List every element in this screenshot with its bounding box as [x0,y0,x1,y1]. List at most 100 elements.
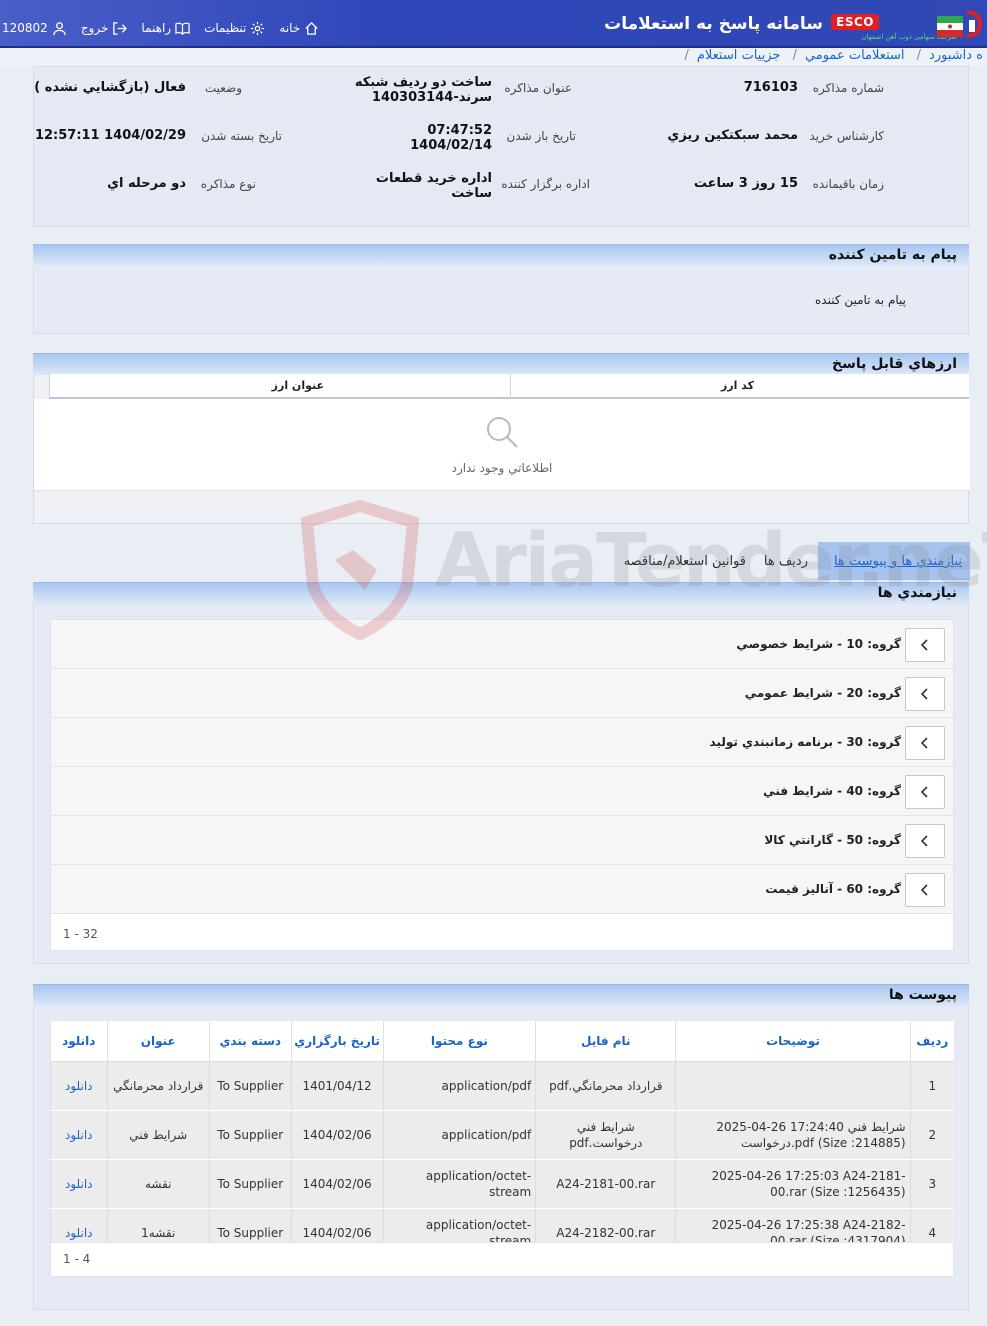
col-file-name[interactable]: نام فايل [535,1021,676,1062]
search-icon [487,417,518,448]
chevron-left-icon [920,688,928,700]
section-header: پيام به تامين کننده [33,244,969,266]
status-value: فعال (بازگشايي نشده ) [34,80,186,95]
group-row[interactable]: گروه: 30 - برنامه زمانبندي توليد [51,718,953,767]
chevron-left-icon [920,737,928,749]
section-header: نيازمندي ها [33,582,969,604]
section-title: پيوست ها [888,987,957,1003]
col-title[interactable]: عنوان [106,1021,210,1062]
tab-rules[interactable]: قوانين استعلام/مناقصه [624,554,746,569]
settings-label: تنظيمات [204,21,247,35]
group-row[interactable]: گروه: 50 - گارانتي کالا [51,816,953,865]
col-description[interactable]: توضيحات [675,1021,911,1062]
group-label: گروه: 60 - آناليز قيمت [765,882,901,896]
top-nav: 120802 خروج راهنما تنظيمات خانه [0,16,319,40]
remaining-time-label: زمان باقيمانده [812,177,884,191]
column-divider [510,374,511,399]
cell-category: To Supplier [208,1061,292,1111]
currencies-panel: ارزهاي قابل پاسخ کد ارز عنوان ارز اطلاعا… [33,353,970,524]
expand-button[interactable] [905,873,945,907]
section-title: پيام به تامين کننده [828,247,957,263]
download-link[interactable]: دانلود [50,1110,108,1160]
group-row[interactable]: گروه: 40 - شرايط فني [51,767,953,816]
company-logo [937,10,983,38]
cell-description: 2025-04-26 17:24:40 شرايط فني درخواست.pd… [675,1110,911,1160]
cell-upload-date: 1404/02/06 [290,1110,384,1160]
cell-row: 3 [909,1159,954,1209]
requirements-panel: نيازمندي ها گروه: 10 - شرايط خصوصي گروه:… [33,582,969,964]
empty-state: اطلاعاتي وجود ندارد [34,399,970,491]
help-label: راهنما [141,21,172,35]
col-content-type[interactable]: نوع محتوا [382,1021,536,1062]
download-link[interactable]: دانلود [50,1159,108,1209]
cell-file-name: شرايط فني درخواست.pdf [535,1110,676,1160]
user-menu[interactable]: 120802 [2,21,67,36]
download-link[interactable]: دانلود [50,1061,108,1111]
logout-link[interactable]: خروج [81,21,128,36]
col-row[interactable]: رديف [909,1021,954,1062]
requirements-pager: 1 - 32 [63,927,98,941]
chevron-left-icon [920,639,928,651]
currencies-table-header: کد ارز عنوان ارز [49,374,969,399]
logout-label: خروج [80,21,109,35]
open-time: 07:47:52 [427,123,492,138]
expand-button[interactable] [905,726,945,760]
empty-message: اطلاعاتي وجود ندارد [451,461,553,475]
user-icon [53,21,66,35]
open-date: 1404/02/14 [410,138,492,153]
buyer-label: کارشناس خريد [809,129,884,143]
expand-button[interactable] [905,775,945,809]
group-label: گروه: 40 - شرايط فني [763,784,901,798]
group-label: گروه: 30 - برنامه زمانبندي توليد [709,735,902,749]
group-row[interactable]: گروه: 60 - آناليز قيمت [51,865,953,914]
breadcrumb-public-inquiries[interactable]: استعلامات عمومي [805,48,905,63]
col-upload-date[interactable]: تاريخ بارگزاري [290,1021,384,1062]
logout-icon [113,21,128,35]
col-category[interactable]: دسته بندي [208,1021,292,1062]
section-header: پيوست ها [33,984,969,1006]
table-row: 2 2025-04-26 17:24:40 شرايط فني درخواست.… [50,1110,954,1160]
cell-upload-date: 1401/04/12 [290,1061,384,1111]
col-download[interactable]: دانلود [50,1021,108,1062]
col-currency-code[interactable]: کد ارز [721,379,754,392]
chevron-left-icon [920,835,928,847]
help-link[interactable]: راهنما [141,21,190,36]
expand-button[interactable] [905,824,945,858]
tab-requirements[interactable]: نيازمندي ها و پيوست ها [834,554,962,569]
attachments-table: رديف توضيحات نام فايل نوع محتوا تاريخ با… [50,1021,954,1258]
settings-link[interactable]: تنظيمات [204,21,265,36]
expand-button[interactable] [905,628,945,662]
cell-category: To Supplier [208,1110,292,1160]
status-label: وضعيت [204,81,242,95]
group-row[interactable]: گروه: 10 - شرايط خصوصي [51,620,953,669]
breadcrumb: ه داشبورد / استعلامات عمومي / جزييات استعل… [0,48,987,66]
close-date-label: تاريخ بسته شدن [201,129,282,143]
col-currency-title[interactable]: عنوان ارز [272,379,324,392]
breadcrumb-dashboard[interactable]: ه داشبورد [929,48,983,63]
cell-content-type: application/pdf [382,1110,536,1160]
app-title: سامانه پاسخ به استعلامات [604,14,823,34]
top-bar: 120802 خروج راهنما تنظيمات خانه سامانه پ… [0,0,987,48]
tab-rows[interactable]: رديف ها [764,554,808,569]
section-header: ارزهاي قابل پاسخ [33,353,969,375]
attachments-panel: پيوست ها رديف توضيحات نام فايل نوع محتوا… [33,984,969,1310]
home-icon [305,21,318,35]
group-row[interactable]: گروه: 20 - شرايط عمومي [51,669,953,718]
home-link[interactable]: خانه [279,21,319,36]
supplier-message-panel: پيام به تامين کننده پيام به تامين کننده [33,244,969,334]
gear-icon [251,21,265,35]
attachments-pager: 1 - 4 [63,1252,91,1266]
buyer-name: محمد سبکتکين ريزي [667,128,798,143]
cell-row: 1 [909,1061,954,1111]
cell-category: To Supplier [208,1159,292,1209]
attachments-footer: 1 - 4 [50,1242,954,1277]
cell-title: نقشه [106,1159,210,1209]
cell-upload-date: 1404/02/06 [290,1159,384,1209]
inquiry-info-panel: شماره مذاکره 716103 کارشناس خريد محمد سب… [33,66,969,227]
breadcrumb-inquiry-details[interactable]: جزييات استعلام [697,48,781,63]
open-date-label: تاريخ باز شدن [506,129,576,143]
chevron-left-icon [920,884,928,896]
group-label: گروه: 10 - شرايط خصوصي [736,637,901,651]
expand-button[interactable] [905,677,945,711]
organizer-label: اداره برگزار کننده [501,177,590,191]
